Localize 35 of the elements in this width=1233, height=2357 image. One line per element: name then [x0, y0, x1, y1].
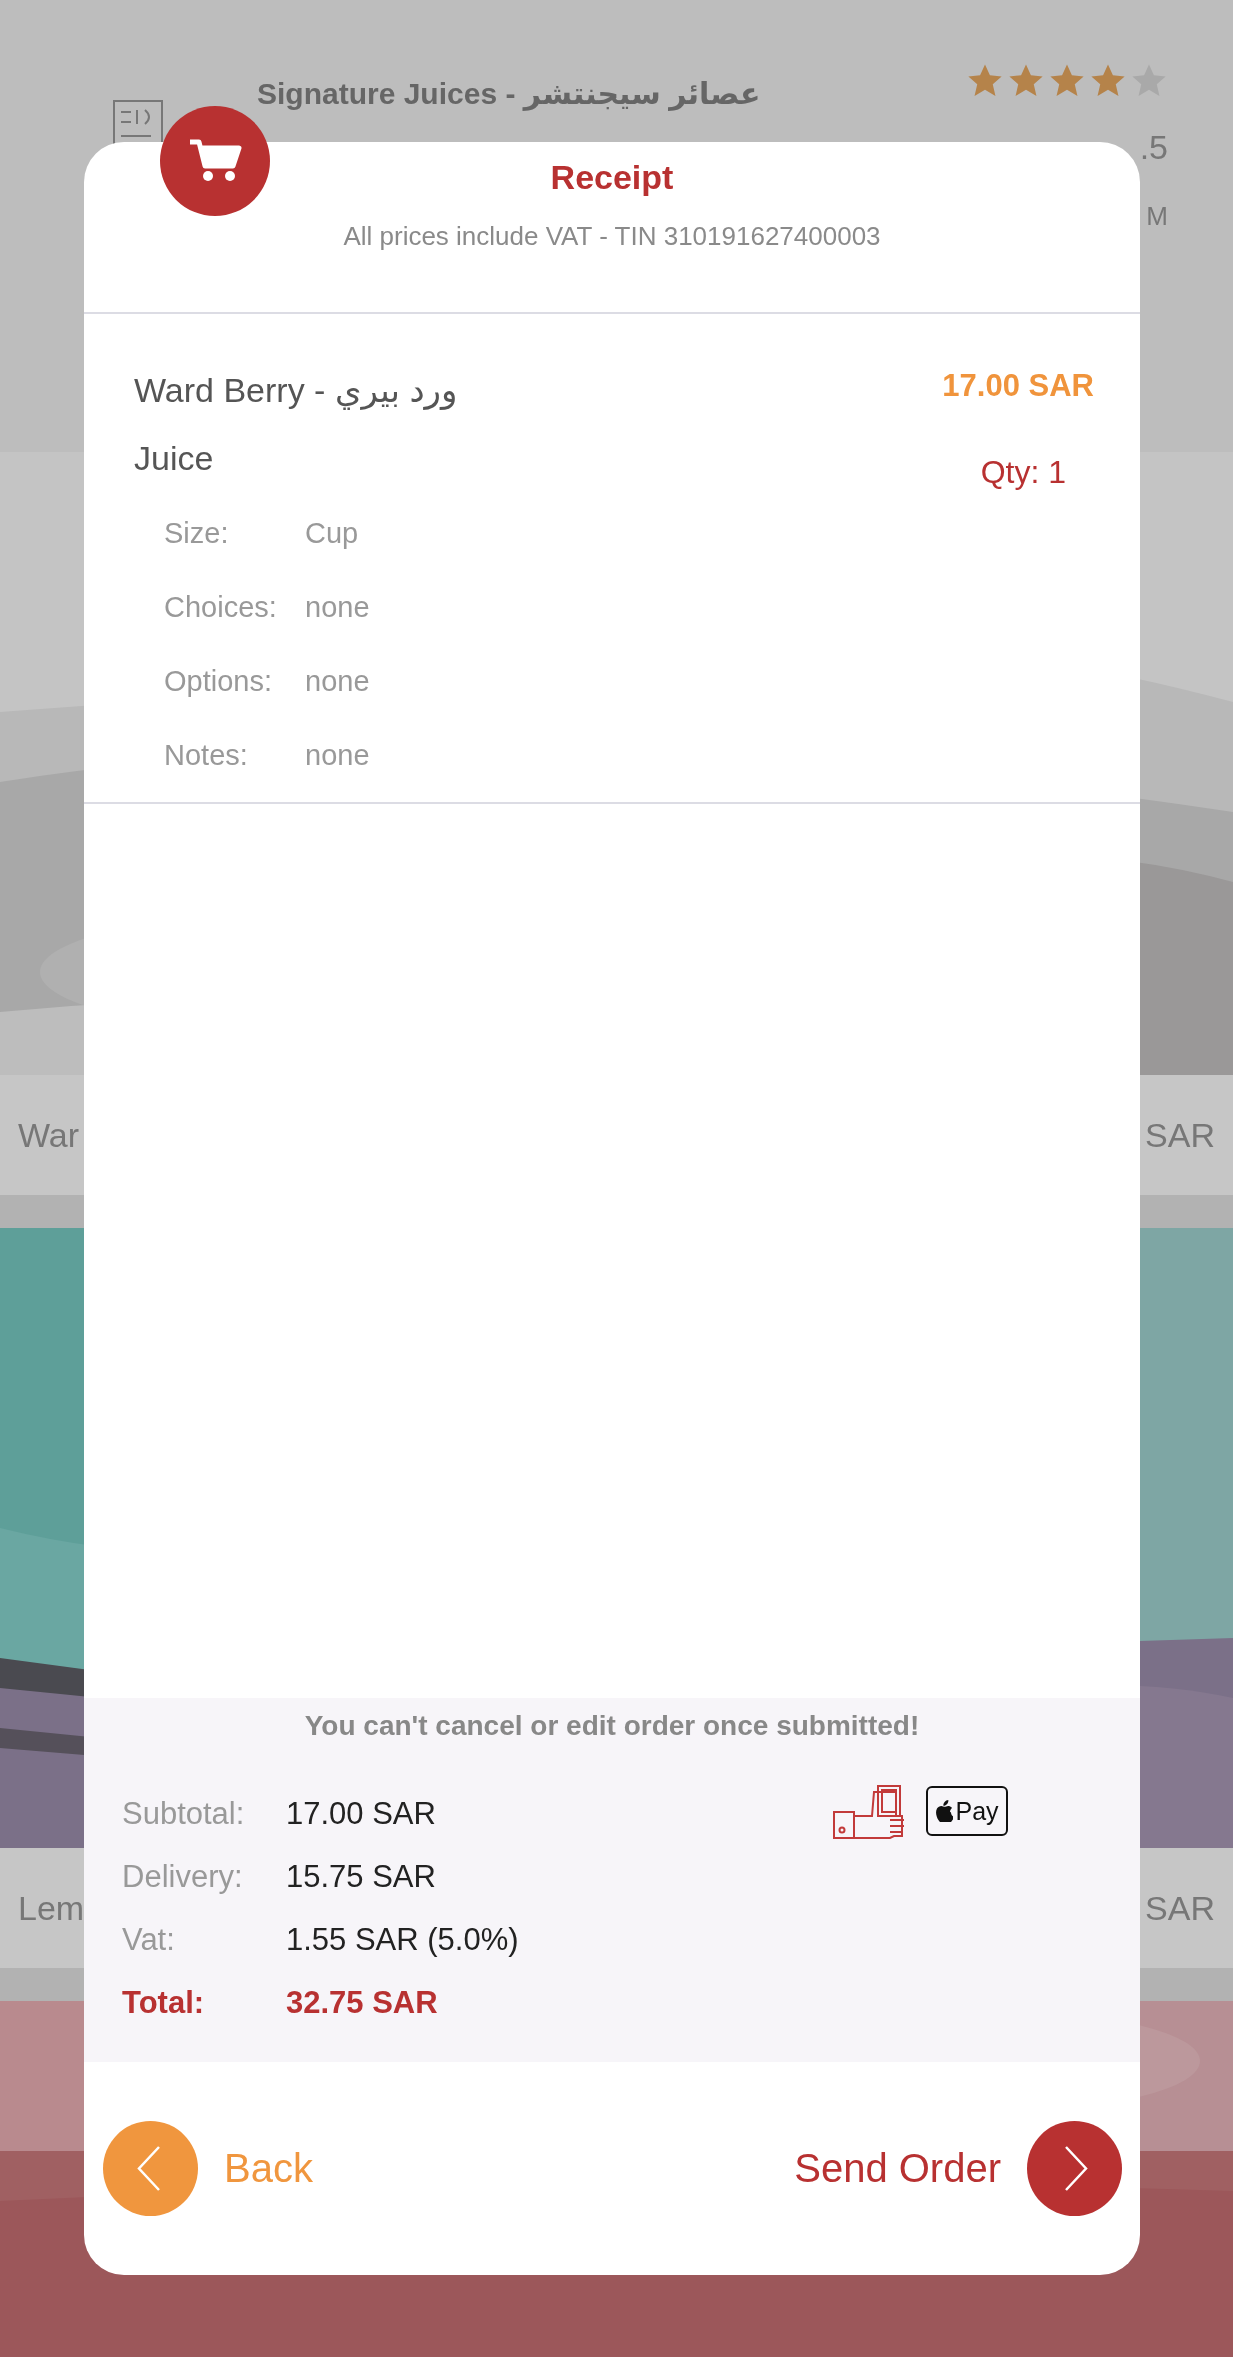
summary-label: Total: — [122, 1984, 206, 2021]
detail-value: Cup — [305, 516, 359, 550]
dialog-title: Receipt — [550, 158, 674, 197]
apple-icon — [935, 1800, 954, 1822]
cash-payment-icon — [832, 1784, 906, 1840]
send-order-button[interactable]: Send Order — [794, 2121, 1122, 2216]
item-name: Juice — [134, 438, 215, 479]
apple-pay-badge: Pay — [926, 1786, 1008, 1836]
product-price: SAR — [1145, 1115, 1215, 1155]
detail-value: none — [305, 590, 370, 624]
detail-value: none — [305, 664, 370, 698]
summary-value: 17.00 SAR — [286, 1795, 436, 1832]
detail-label: Notes: — [164, 738, 249, 772]
cart-icon — [188, 138, 242, 184]
summary-value: 32.75 SAR — [286, 1984, 438, 2021]
summary-label: Vat: — [122, 1921, 176, 1958]
product-price: SAR — [1145, 1888, 1215, 1928]
detail-value: none — [305, 738, 370, 772]
product-name: War — [18, 1115, 80, 1155]
item-name: Ward Berry - ورد بيري — [134, 370, 459, 412]
summary-value: 1.55 SAR (5.0%) — [286, 1921, 519, 1958]
detail-label: Size: — [164, 516, 230, 550]
summary-value: 15.75 SAR — [286, 1858, 436, 1895]
vat-note: All prices include VAT - TIN 310191627400003 — [343, 221, 881, 252]
detail-label: Options: — [164, 664, 273, 698]
summary-label: Subtotal: — [122, 1795, 246, 1832]
summary-label: Delivery: — [122, 1858, 244, 1895]
item-price: 17.00 SAR — [942, 368, 1094, 404]
item-quantity: Qty: 1 — [980, 454, 1066, 491]
warning-text: You can't cancel or edit order once submitted! — [303, 1710, 921, 1742]
detail-label: Choices: — [164, 590, 278, 624]
header-text: M — [1146, 201, 1168, 232]
product-name: Lem — [18, 1888, 85, 1928]
restaurant-title: Signature Juices - عصائر سيجنتشر — [257, 76, 761, 113]
header-text: .5 — [1139, 128, 1168, 167]
